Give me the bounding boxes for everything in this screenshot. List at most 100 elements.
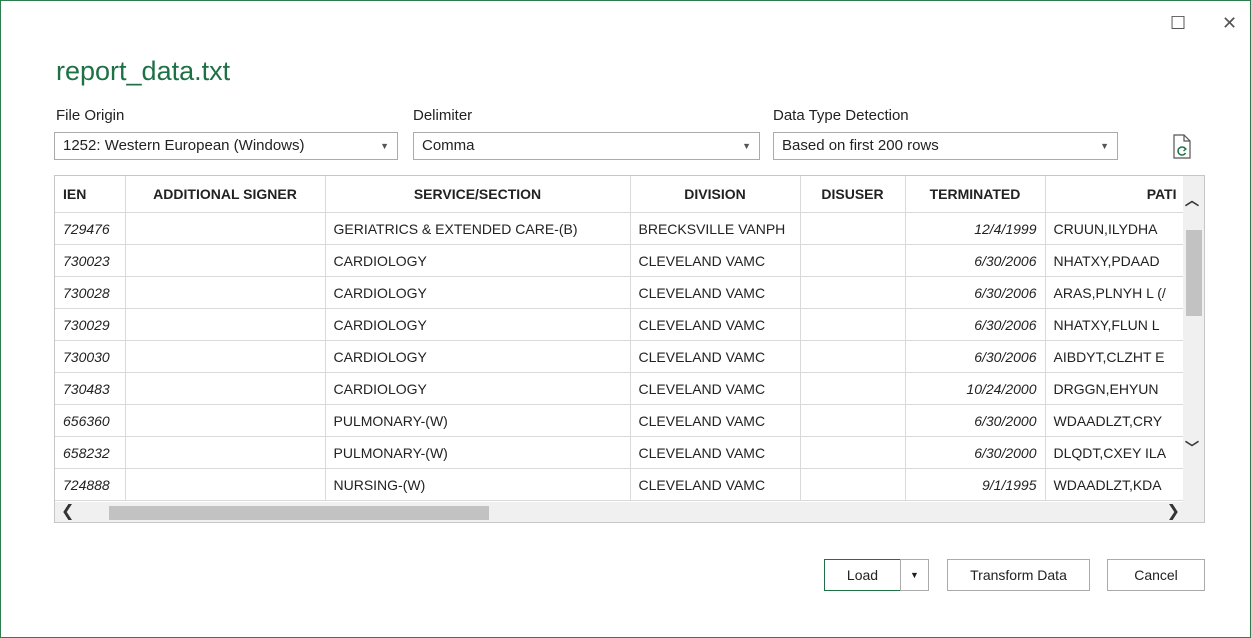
- table-cell: CRUUN,ILYDHA: [1045, 212, 1186, 245]
- table-cell: [125, 276, 326, 309]
- table-cell: NHATXY,PDAAD: [1045, 244, 1186, 277]
- table-cell: [125, 308, 326, 341]
- table-cell: WDAADLZT,KDA: [1045, 468, 1186, 501]
- table-cell: 730023: [55, 244, 126, 277]
- data-type-detection-label: Data Type Detection: [773, 107, 909, 124]
- table-cell: [125, 244, 326, 277]
- table-cell: [125, 372, 326, 405]
- table-row: 730028 CARDIOLOGY CLEVELAND VAMC 6/30/2006 A…: [55, 276, 1186, 309]
- table-cell: [800, 372, 906, 405]
- table-cell: CLEVELAND VAMC: [630, 340, 801, 373]
- table-cell: NHATXY,FLUN L: [1045, 308, 1186, 341]
- dialog-title: report_data.txt: [56, 56, 231, 86]
- table-cell: 730029: [55, 308, 126, 341]
- table-cell: [800, 244, 906, 277]
- table-row: 730023 CARDIOLOGY CLEVELAND VAMC 6/30/2006 N…: [55, 244, 1186, 277]
- table-cell: [800, 436, 906, 469]
- scroll-down-icon[interactable]: ﹀: [1185, 438, 1199, 458]
- file-origin-label: File Origin: [56, 107, 125, 124]
- vertical-scroll-thumb[interactable]: [1186, 230, 1202, 316]
- close-icon[interactable]: ✕: [1222, 14, 1237, 32]
- scroll-up-icon[interactable]: ︿: [1185, 190, 1199, 210]
- scroll-left-icon[interactable]: ❮: [61, 501, 74, 521]
- load-options-dropdown[interactable]: ▼: [900, 559, 929, 591]
- transform-data-button[interactable]: Transform Data: [947, 559, 1090, 591]
- table-cell: CLEVELAND VAMC: [630, 436, 801, 469]
- data-preview-grid[interactable]: IEN ADDITIONAL SIGNER SERVICE/SECTION DI…: [54, 175, 1205, 523]
- table-cell: CARDIOLOGY: [325, 244, 631, 277]
- table-cell: 656360: [55, 404, 126, 437]
- table-cell: PULMONARY-(W): [325, 436, 631, 469]
- table-cell: 6/30/2006: [905, 340, 1046, 373]
- cancel-button[interactable]: Cancel: [1107, 559, 1205, 591]
- table-cell: 6/30/2006: [905, 308, 1046, 341]
- table-cell: CARDIOLOGY: [325, 340, 631, 373]
- delimiter-dropdown[interactable]: Comma ▼: [413, 132, 760, 160]
- horizontal-scrollbar[interactable]: ❮ ❯: [55, 502, 1184, 522]
- vertical-scrollbar[interactable]: ︿ ﹀: [1183, 176, 1204, 503]
- refresh-file-icon[interactable]: [1172, 134, 1192, 160]
- file-origin-value: 1252: Western European (Windows): [63, 137, 305, 154]
- table-row: 656360 PULMONARY-(W) CLEVELAND VAMC 6/30/20…: [55, 404, 1186, 437]
- column-header[interactable]: IEN: [55, 176, 126, 213]
- chevron-down-icon: ▼: [910, 570, 919, 580]
- table-cell: [800, 340, 906, 373]
- table-cell: CLEVELAND VAMC: [630, 276, 801, 309]
- table-cell: [125, 212, 326, 245]
- data-type-detection-dropdown[interactable]: Based on first 200 rows ▼: [773, 132, 1118, 160]
- load-button[interactable]: Load: [824, 559, 901, 591]
- chevron-down-icon: ▼: [380, 141, 389, 151]
- table-cell: 730030: [55, 340, 126, 373]
- table-cell: 6/30/2006: [905, 276, 1046, 309]
- preview-table: IEN ADDITIONAL SIGNER SERVICE/SECTION DI…: [55, 176, 1186, 501]
- column-header[interactable]: TERMINATED: [905, 176, 1046, 213]
- table-row: 730483 CARDIOLOGY CLEVELAND VAMC 10/24/2000…: [55, 372, 1186, 405]
- column-header[interactable]: SERVICE/SECTION: [325, 176, 631, 213]
- table-cell: GERIATRICS & EXTENDED CARE-(B): [325, 212, 631, 245]
- table-cell: 658232: [55, 436, 126, 469]
- scrollbar-corner: [1183, 502, 1204, 522]
- table-cell: WDAADLZT,CRY: [1045, 404, 1186, 437]
- table-row: 730030 CARDIOLOGY CLEVELAND VAMC 6/30/2006 A…: [55, 340, 1186, 373]
- table-cell: NURSING-(W): [325, 468, 631, 501]
- header-row: IEN ADDITIONAL SIGNER SERVICE/SECTION DI…: [55, 176, 1186, 213]
- table-cell: CARDIOLOGY: [325, 276, 631, 309]
- table-cell: CLEVELAND VAMC: [630, 244, 801, 277]
- table-cell: 6/30/2000: [905, 436, 1046, 469]
- table-row: 658232 PULMONARY-(W) CLEVELAND VAMC 6/30/20…: [55, 436, 1186, 469]
- delimiter-label: Delimiter: [413, 107, 473, 124]
- table-cell: DRGGN,EHYUN: [1045, 372, 1186, 405]
- table-cell: 6/30/2006: [905, 244, 1046, 277]
- maximize-icon[interactable]: ☐: [1170, 14, 1186, 32]
- table-cell: AIBDYT,CLZHT E: [1045, 340, 1186, 373]
- table-cell: BRECKSVILLE VANPH: [630, 212, 801, 245]
- chevron-down-icon: ▼: [742, 141, 751, 151]
- table-cell: 730028: [55, 276, 126, 309]
- scroll-right-icon[interactable]: ❯: [1167, 501, 1180, 521]
- file-origin-dropdown[interactable]: 1252: Western European (Windows) ▼: [54, 132, 398, 160]
- column-header[interactable]: PATI: [1045, 176, 1186, 213]
- table-cell: [125, 404, 326, 437]
- table-cell: CLEVELAND VAMC: [630, 372, 801, 405]
- table-cell: CLEVELAND VAMC: [630, 468, 801, 501]
- column-header[interactable]: ADDITIONAL SIGNER: [125, 176, 326, 213]
- table-row: 729476 GERIATRICS & EXTENDED CARE-(B) BREC…: [55, 212, 1186, 245]
- column-header[interactable]: DIVISION: [630, 176, 801, 213]
- table-cell: [800, 276, 906, 309]
- table-cell: [125, 340, 326, 373]
- table-cell: [800, 308, 906, 341]
- table-cell: 724888: [55, 468, 126, 501]
- column-header[interactable]: DISUSER: [800, 176, 906, 213]
- table-row: 724888 NURSING-(W) CLEVELAND VAMC 9/1/1995 W…: [55, 468, 1186, 501]
- table-row: 730029 CARDIOLOGY CLEVELAND VAMC 6/30/2006 N…: [55, 308, 1186, 341]
- table-cell: 730483: [55, 372, 126, 405]
- horizontal-scroll-thumb[interactable]: [109, 506, 489, 520]
- table-cell: 10/24/2000: [905, 372, 1046, 405]
- table-cell: 729476: [55, 212, 126, 245]
- table-cell: CARDIOLOGY: [325, 372, 631, 405]
- table-cell: [800, 404, 906, 437]
- data-type-detection-value: Based on first 200 rows: [782, 137, 939, 154]
- delimiter-value: Comma: [422, 137, 475, 154]
- table-cell: CARDIOLOGY: [325, 308, 631, 341]
- table-cell: [125, 436, 326, 469]
